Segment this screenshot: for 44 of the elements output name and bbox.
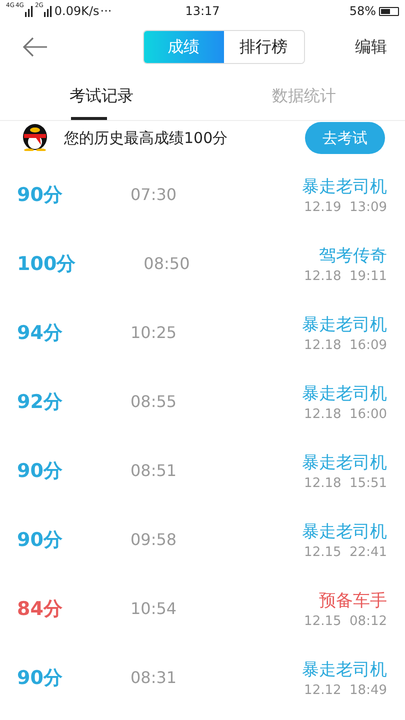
battery-percent: 58% bbox=[349, 4, 376, 18]
rank-title: 暴走老司机 bbox=[302, 520, 387, 542]
score: 90分 bbox=[17, 528, 62, 552]
exam-duration: 08:51 bbox=[130, 461, 177, 480]
network-speed: 0.09K/s bbox=[54, 4, 100, 18]
rank-title: 暴走老司机 bbox=[302, 382, 387, 404]
battery-icon bbox=[379, 6, 399, 16]
penguin-icon bbox=[20, 121, 50, 151]
exam-duration: 10:54 bbox=[130, 599, 177, 618]
back-arrow-icon[interactable] bbox=[22, 37, 48, 57]
exam-date: 12.18 19:11 bbox=[304, 268, 387, 284]
exam-date: 12.18 16:00 bbox=[304, 406, 387, 422]
exam-date: 12.18 16:09 bbox=[304, 338, 387, 352]
status-more: ··· bbox=[100, 4, 112, 18]
rank-title: 驾考传奇 bbox=[319, 244, 387, 266]
exam-duration: 08:31 bbox=[130, 668, 177, 687]
exam-date: 12.19 13:09 bbox=[304, 200, 387, 214]
exam-duration: 08:50 bbox=[144, 254, 190, 273]
clock: 13:17 bbox=[185, 4, 220, 18]
score: 90分 bbox=[17, 666, 62, 690]
rank-title: 暴走老司机 bbox=[302, 452, 387, 474]
exam-date: 12.15 22:41 bbox=[304, 544, 387, 560]
score: 92分 bbox=[17, 390, 62, 414]
exam-duration: 10:25 bbox=[130, 323, 177, 342]
signal-icon bbox=[24, 6, 34, 16]
exam-date: 12.18 15:51 bbox=[304, 476, 387, 490]
edit-button[interactable]: 编辑 bbox=[355, 36, 387, 58]
rank-title: 预备车手 bbox=[319, 590, 387, 612]
signal-icon bbox=[44, 6, 54, 16]
rank-title: 暴走老司机 bbox=[302, 176, 387, 198]
score: 90分 bbox=[17, 182, 62, 208]
score: 90分 bbox=[17, 458, 62, 484]
score: 84分 bbox=[17, 596, 62, 622]
rank-title: 暴走老司机 bbox=[302, 658, 387, 680]
score: 100分 bbox=[17, 252, 76, 276]
exam-duration: 08:55 bbox=[130, 392, 177, 411]
exam-duration: 07:30 bbox=[130, 185, 177, 204]
best-score-text: 您的历史最高成绩100分 bbox=[64, 128, 229, 148]
exam-duration: 09:58 bbox=[130, 530, 177, 549]
exam-date: 12.12 18:49 bbox=[304, 682, 387, 698]
exam-date: 12.15 08:12 bbox=[304, 614, 387, 628]
rank-title: 暴走老司机 bbox=[302, 314, 387, 336]
tab[interactable]: 考试记录 bbox=[0, 72, 202, 120]
score: 94分 bbox=[17, 320, 62, 346]
